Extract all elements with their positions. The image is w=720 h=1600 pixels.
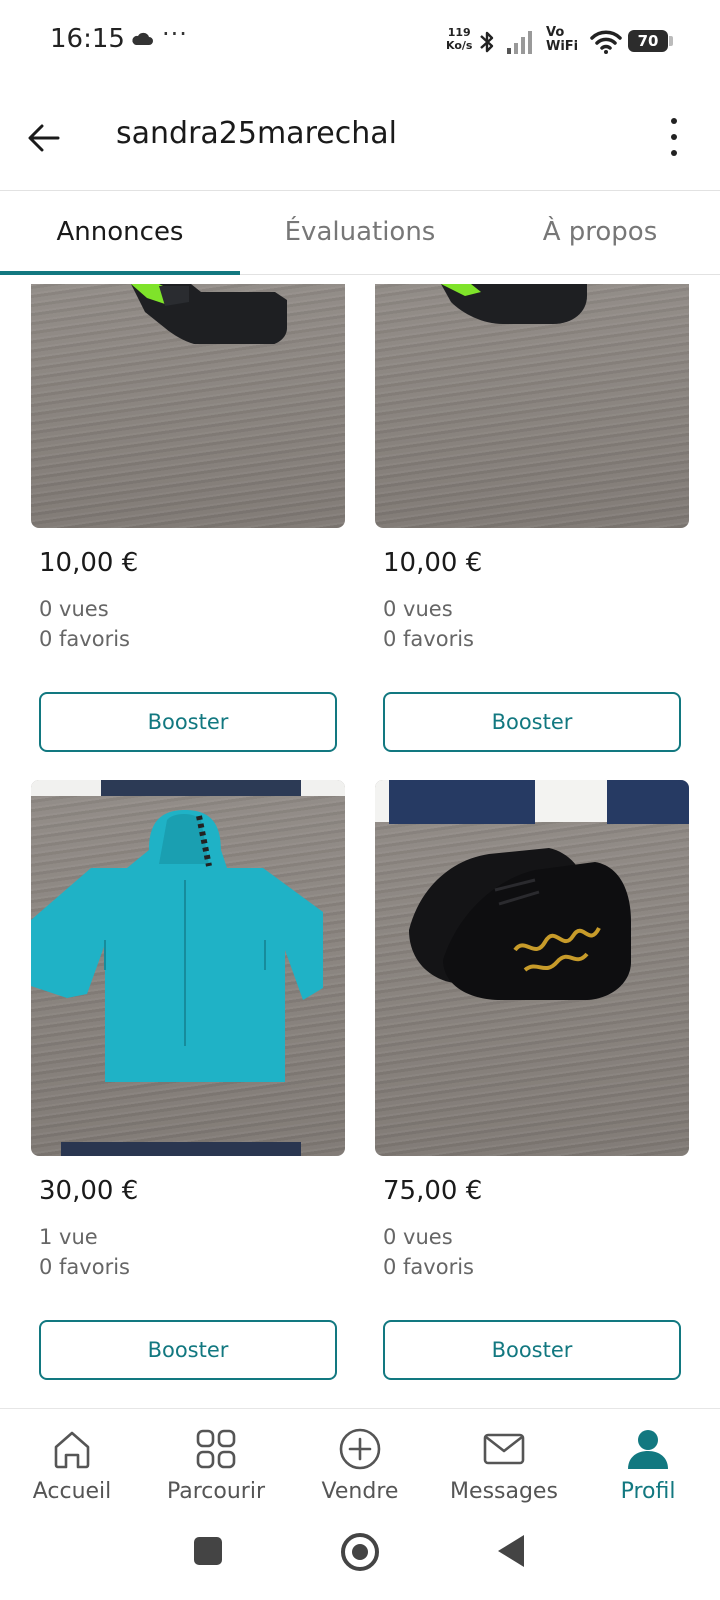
more-dot: [671, 118, 677, 124]
listing-price: 10,00 €: [383, 548, 483, 578]
listing-photo[interactable]: [31, 284, 345, 528]
nav-item-parcourir[interactable]: Parcourir: [144, 1409, 288, 1521]
wifi-icon: [590, 30, 622, 54]
listing-card[interactable]: 10,00 € 0 vues 0 favoris Booster: [31, 284, 345, 752]
listing-views: 0 vues: [39, 597, 109, 621]
booster-button[interactable]: Booster: [39, 1320, 337, 1380]
listing-price: 10,00 €: [39, 548, 139, 578]
nav-item-accueil[interactable]: Accueil: [0, 1409, 144, 1521]
more-dot: [671, 134, 677, 140]
nav-label: Parcourir: [166, 1479, 266, 1504]
listing-stats: 0 vues 0 favoris: [375, 1222, 689, 1282]
status-more-dots: ···: [162, 20, 188, 48]
listing-price: 75,00 €: [383, 1176, 483, 1206]
listing-favorites: 0 favoris: [39, 627, 130, 651]
network-speed-unit: Ko/s: [446, 39, 473, 52]
nav-label: Vendre: [321, 1479, 399, 1504]
listing-photo[interactable]: [31, 780, 345, 1156]
plus-circle-icon: [339, 1428, 381, 1470]
cloud-icon: [132, 32, 153, 45]
nav-item-profil[interactable]: Profil: [576, 1409, 720, 1521]
person-icon: [628, 1430, 668, 1469]
profile-tabs: Annonces Évaluations À propos: [0, 190, 720, 275]
app-header: sandra25marechal: [0, 84, 720, 191]
booster-button[interactable]: Booster: [39, 692, 337, 752]
more-vertical-icon[interactable]: [660, 114, 688, 160]
listing-views: 0 vues: [383, 1225, 453, 1249]
network-speed: 119 Ko/s: [446, 26, 472, 52]
recent-apps-button[interactable]: [194, 1537, 222, 1565]
listing-favorites: 0 favoris: [383, 1255, 474, 1279]
listing-card[interactable]: 75,00 € 0 vues 0 favoris Booster: [375, 780, 689, 1380]
more-dot: [671, 150, 677, 156]
jacket-photo-shape: [31, 780, 345, 1156]
listing-stats: 1 vue 0 favoris: [31, 1222, 345, 1282]
back-arrow-icon[interactable]: [22, 116, 66, 160]
sneakers-photo-shape: [375, 780, 689, 1000]
back-button[interactable]: [498, 1535, 524, 1567]
page-title: sandra25marechal: [116, 116, 397, 151]
envelope-icon: [483, 1433, 525, 1465]
system-navigation-bar: [0, 1520, 720, 1600]
grid-icon: [196, 1429, 236, 1469]
listing-favorites: 0 favoris: [39, 1255, 130, 1279]
vowifi-top: Vo: [546, 25, 565, 40]
tab-annonces[interactable]: Annonces: [0, 190, 240, 275]
nav-label: Profil: [620, 1479, 676, 1504]
listing-views: 0 vues: [383, 597, 453, 621]
nav-label: Messages: [450, 1479, 558, 1504]
status-bar: 16:15 ··· 119 Ko/s Vo WiFi 70: [0, 0, 720, 84]
listing-card[interactable]: 10,00 € 0 vues 0 favoris Booster: [375, 284, 689, 752]
listing-photo[interactable]: [375, 284, 689, 528]
nav-label: Accueil: [32, 1479, 112, 1504]
listing-card[interactable]: 30,00 € 1 vue 0 favoris Booster: [31, 780, 345, 1380]
home-icon: [54, 1431, 90, 1469]
battery-icon: 70: [628, 30, 673, 52]
home-button[interactable]: [341, 1533, 379, 1571]
signal-icon: [507, 31, 532, 54]
sneaker-shape: [441, 284, 587, 324]
bluetooth-icon: [480, 31, 494, 53]
network-speed-value: 119: [447, 26, 471, 39]
listing-photo[interactable]: [375, 780, 689, 1156]
vowifi-indicator: Vo WiFi: [546, 26, 578, 54]
listings-grid: 10,00 € 0 vues 0 favoris Booster 10,00 €…: [0, 274, 720, 1408]
bottom-navigation: Accueil Parcourir Vendre Messages Profil: [0, 1408, 720, 1521]
tab-a-propos[interactable]: À propos: [480, 190, 720, 274]
nav-item-messages[interactable]: Messages: [432, 1409, 576, 1521]
status-time: 16:15: [50, 24, 125, 54]
listing-stats: 0 vues 0 favoris: [375, 594, 689, 654]
booster-button[interactable]: Booster: [383, 1320, 681, 1380]
booster-button[interactable]: Booster: [383, 692, 681, 752]
nav-item-vendre[interactable]: Vendre: [288, 1409, 432, 1521]
sneaker-shape: [131, 284, 287, 344]
vowifi-bottom: WiFi: [546, 39, 579, 54]
listing-stats: 0 vues 0 favoris: [31, 594, 345, 654]
tab-evaluations[interactable]: Évaluations: [240, 190, 480, 274]
listing-price: 30,00 €: [39, 1176, 139, 1206]
listing-favorites: 0 favoris: [383, 627, 474, 651]
listing-views: 1 vue: [39, 1225, 98, 1249]
